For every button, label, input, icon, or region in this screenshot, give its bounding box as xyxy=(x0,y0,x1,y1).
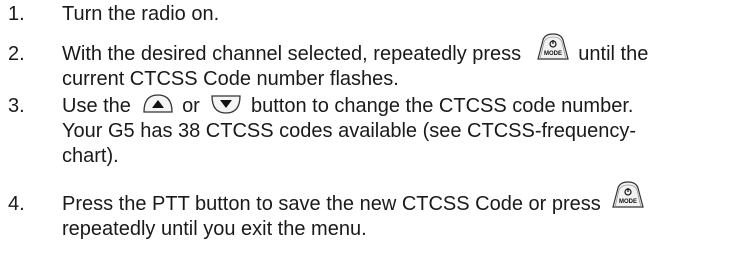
mode-button-icon: MODE xyxy=(535,32,571,60)
step-text-part: or xyxy=(182,95,200,117)
step-text-part: chart). xyxy=(62,145,119,167)
step-number: 1. xyxy=(8,3,25,25)
step-text-part: until the xyxy=(578,43,649,65)
step-text-part: Use the xyxy=(62,95,131,117)
mode-button-icon: MODE xyxy=(610,180,646,208)
up-arrow-key-icon xyxy=(141,92,175,116)
step-text-part: With the desired channel selected, repea… xyxy=(62,43,522,65)
manual-instructions: 1. Turn the radio on. 2. With the desire… xyxy=(0,0,750,255)
step-text-part: current CTCSS Code number flashes. xyxy=(62,68,399,90)
step-text-part: repeatedly until you exit the menu. xyxy=(62,218,367,240)
step-number: 2. xyxy=(8,43,25,65)
step-text: Use the or button to change the CTCSS co… xyxy=(62,94,742,169)
down-arrow-key-icon xyxy=(209,92,243,116)
mode-key-label: MODE xyxy=(544,51,562,57)
step-number: 4. xyxy=(8,193,25,215)
mode-key-label: MODE xyxy=(619,199,637,205)
step-text: Turn the radio on. xyxy=(62,3,220,25)
step-text: With the desired channel selected, repea… xyxy=(62,33,742,92)
step-number: 3. xyxy=(8,95,25,117)
step-text: Press the PTT button to save the new CTC… xyxy=(62,181,742,242)
step-text-part: button to change the CTCSS code number. xyxy=(250,95,634,117)
step-text-part: Your G5 has 38 CTCSS codes available (se… xyxy=(62,120,636,142)
step-text-part: Press the PTT button to save the new CTC… xyxy=(62,193,601,215)
